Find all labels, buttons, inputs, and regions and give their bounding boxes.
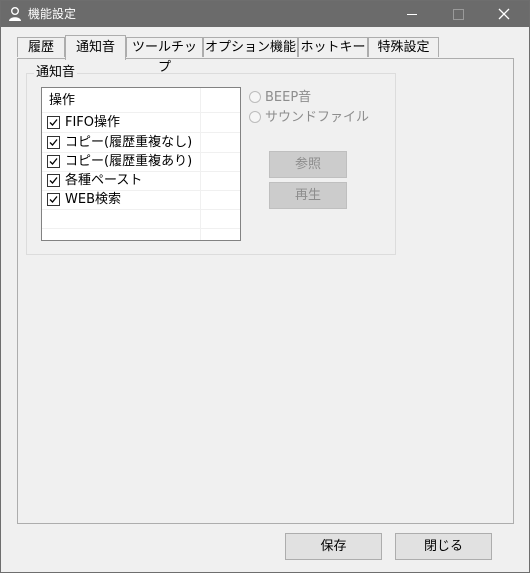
browse-button[interactable]: 参照	[269, 151, 347, 178]
title-bar[interactable]: 機能設定	[1, 1, 529, 27]
window-title: 機能設定	[28, 7, 77, 21]
check-icon	[49, 119, 58, 126]
check-icon	[49, 139, 58, 146]
minimize-button[interactable]	[389, 1, 435, 27]
close-icon	[498, 8, 510, 20]
tab-special-settings[interactable]: 特殊設定	[368, 37, 439, 57]
tab-history[interactable]: 履歴	[17, 37, 65, 57]
save-button[interactable]: 保存	[285, 533, 382, 560]
close-window-button[interactable]	[481, 1, 527, 27]
check-icon	[49, 196, 58, 203]
checkbox[interactable]	[47, 174, 60, 187]
tab-hotkey[interactable]: ホットキー	[298, 37, 368, 57]
row-divider	[42, 209, 240, 210]
list-item-label: コピー(履歴重複なし)	[65, 135, 193, 150]
radio-circle[interactable]	[249, 111, 261, 123]
tab-tooltip[interactable]: ツールチップ	[126, 37, 203, 75]
beep-radio-label: BEEP音	[265, 90, 312, 105]
list-item-label: FIFO操作	[65, 115, 121, 130]
list-item[interactable]: FIFO操作	[46, 113, 236, 132]
settings-window: 機能設定 履歴 通知音 ツールチップ オプション機能 ホットキー 特殊設定 通知…	[0, 0, 530, 573]
checkbox[interactable]	[47, 193, 60, 206]
notify-group-label: 通知音	[34, 65, 78, 81]
list-item[interactable]: 各種ペースト	[46, 171, 236, 190]
list-item[interactable]: コピー(履歴重複あり)	[46, 152, 236, 171]
user-icon	[7, 6, 23, 22]
list-item[interactable]: WEB検索	[46, 190, 236, 209]
list-item[interactable]: コピー(履歴重複なし)	[46, 133, 236, 152]
tab-notify-sound[interactable]: 通知音	[65, 35, 126, 60]
check-icon	[49, 158, 58, 165]
list-header-operation: 操作	[49, 93, 76, 108]
check-icon	[49, 177, 58, 184]
row-divider	[42, 228, 240, 229]
list-item-label: コピー(履歴重複あり)	[65, 154, 193, 169]
checkbox[interactable]	[47, 136, 60, 149]
maximize-button	[435, 1, 481, 27]
radio-circle[interactable]	[249, 91, 261, 103]
operation-list[interactable]: 操作 FIFO操作 コピー(履歴重複なし) コピー(履歴重複あり) 各種ペースト…	[41, 87, 241, 241]
list-item-label: 各種ペースト	[65, 173, 143, 188]
tab-option-features[interactable]: オプション機能	[203, 37, 298, 57]
close-button[interactable]: 閉じる	[395, 533, 492, 560]
play-button[interactable]: 再生	[269, 182, 347, 209]
checkbox[interactable]	[47, 116, 60, 129]
list-item-label: WEB検索	[65, 192, 121, 207]
sound-file-radio-label: サウンドファイル	[265, 110, 370, 125]
checkbox[interactable]	[47, 155, 60, 168]
